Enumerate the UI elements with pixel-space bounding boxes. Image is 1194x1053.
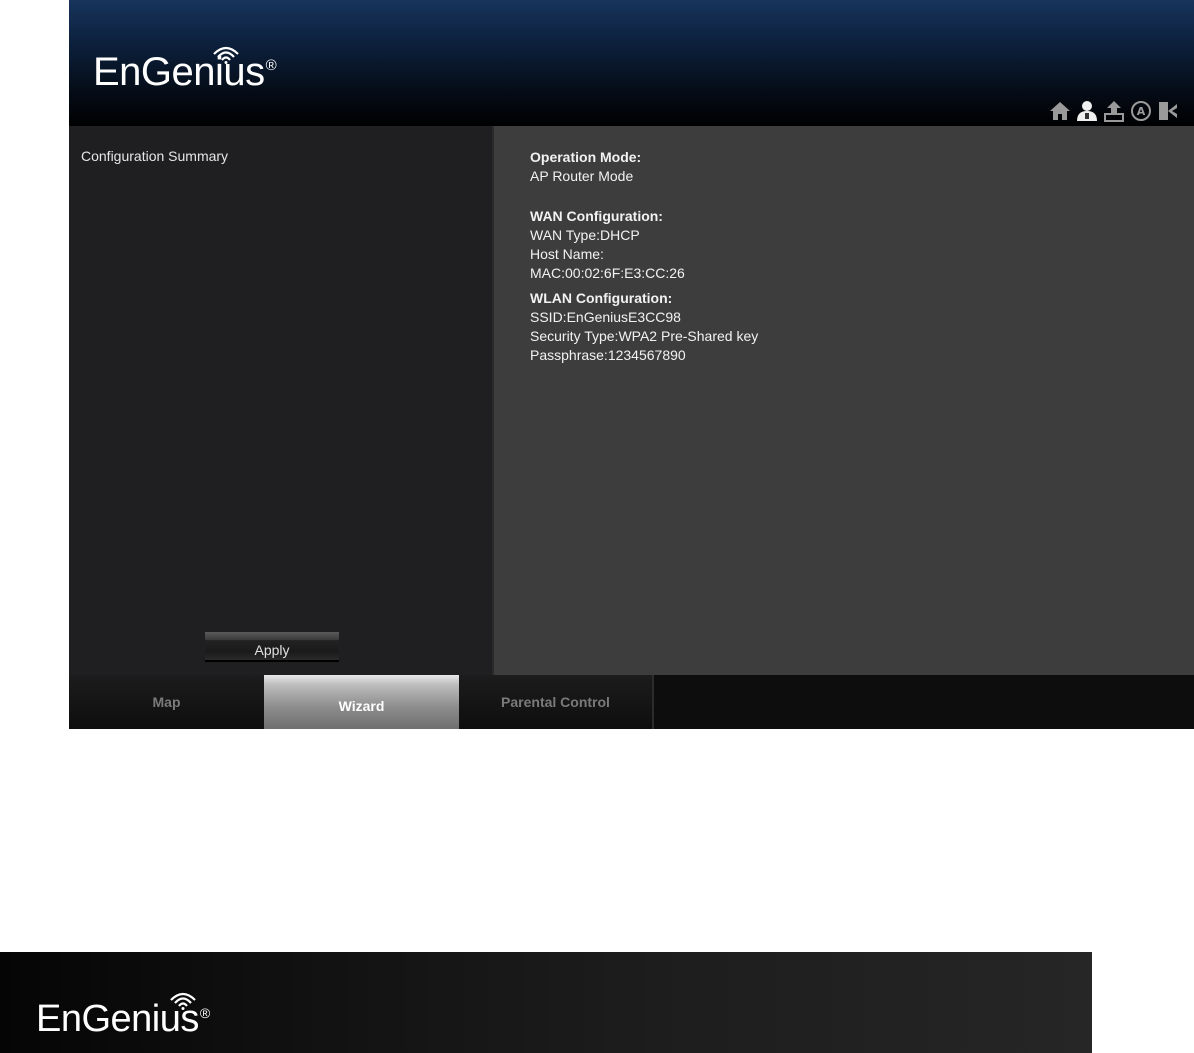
apply-button[interactable]: Apply xyxy=(205,632,339,662)
panel-title: Configuration Summary xyxy=(81,148,229,164)
left-panel: Configuration Summary Apply xyxy=(69,126,492,675)
svg-text:A: A xyxy=(1137,105,1146,118)
host-name-value: Host Name: xyxy=(530,246,604,262)
wan-configuration-title: WAN Configuration: xyxy=(530,208,663,224)
tab-wizard[interactable]: Wizard xyxy=(264,675,459,729)
router-ui-window: EnGenius® A Configuration Summary Apply … xyxy=(69,0,1194,729)
passphrase-value: Passphrase:1234567890 xyxy=(530,347,686,363)
header-toolbar: A xyxy=(1048,100,1180,122)
home-icon[interactable] xyxy=(1048,100,1072,122)
engenius-logo: EnGenius® xyxy=(93,52,277,92)
wifi-waves-icon-lower xyxy=(170,992,196,1010)
security-type-value: Security Type:WPA2 Pre-Shared key xyxy=(530,328,759,344)
tab-map[interactable]: Map xyxy=(69,675,264,729)
tab-parental-control[interactable]: Parental Control xyxy=(459,675,654,729)
ssid-value: SSID:EnGeniusE3CC98 xyxy=(530,309,681,325)
operation-mode-value: AP Router Mode xyxy=(530,168,634,184)
wlan-configuration-title: WLAN Configuration: xyxy=(530,290,673,306)
operation-mode-title: Operation Mode: xyxy=(530,149,642,165)
wifi-waves-icon xyxy=(213,46,239,64)
wan-type-value: WAN Type:DHCP xyxy=(530,227,640,243)
logo-registered-mark-lower: ® xyxy=(199,1005,210,1021)
bottom-tab-bar: Map Wizard Parental Control xyxy=(69,675,1194,729)
logo-registered-mark: ® xyxy=(265,57,277,74)
lower-banner: EnGenius® xyxy=(0,952,1092,1053)
at-icon[interactable]: A xyxy=(1129,100,1153,122)
header-bar: EnGenius® A xyxy=(69,0,1194,126)
configuration-summary: Operation Mode: AP Router Mode WAN Confi… xyxy=(530,148,758,365)
right-panel: Operation Mode: AP Router Mode WAN Confi… xyxy=(492,126,1194,675)
mac-value: MAC:00:02:6F:E3:CC:26 xyxy=(530,265,685,281)
upload-icon[interactable] xyxy=(1102,100,1126,122)
user-icon[interactable] xyxy=(1075,100,1099,122)
logout-icon[interactable] xyxy=(1156,100,1180,122)
